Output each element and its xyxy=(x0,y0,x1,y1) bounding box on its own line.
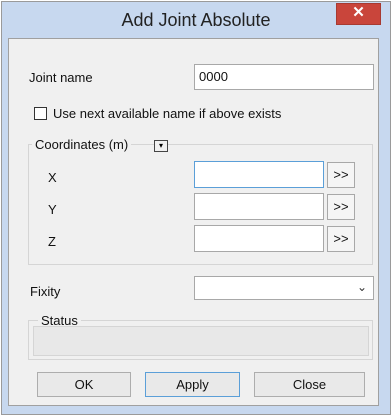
fixity-select[interactable]: ⌄ xyxy=(194,276,374,300)
coordinates-legend: Coordinates (m) xyxy=(32,137,132,152)
joint-name-label: Joint name xyxy=(29,70,93,85)
y-label: Y xyxy=(48,202,57,217)
y-pick-button[interactable]: >> xyxy=(327,194,355,220)
z-coordinate-input[interactable] xyxy=(194,225,324,252)
y-coordinate-input[interactable] xyxy=(194,193,324,220)
z-pick-button[interactable]: >> xyxy=(327,226,355,252)
x-coordinate-input[interactable] xyxy=(194,161,324,188)
title-bar[interactable]: Add Joint Absolute ✕ xyxy=(2,2,390,40)
close-button[interactable]: Close xyxy=(254,372,365,397)
ok-button[interactable]: OK xyxy=(37,372,131,397)
apply-button[interactable]: Apply xyxy=(145,372,240,397)
dialog-title: Add Joint Absolute xyxy=(121,10,271,30)
status-text-area xyxy=(33,326,369,356)
use-next-name-checkbox[interactable] xyxy=(34,107,47,120)
chevron-down-icon: ⌄ xyxy=(356,280,367,294)
x-label: X xyxy=(48,170,57,185)
fixity-label: Fixity xyxy=(30,284,61,299)
x-pick-button[interactable]: >> xyxy=(327,162,355,188)
z-label: Z xyxy=(48,234,56,249)
use-next-name-label: Use next available name if above exists xyxy=(53,106,282,121)
joint-name-input[interactable]: 0000 xyxy=(194,64,374,90)
coordinates-unit-dropdown[interactable]: ▾ xyxy=(154,140,168,152)
close-icon[interactable]: ✕ xyxy=(336,3,381,25)
